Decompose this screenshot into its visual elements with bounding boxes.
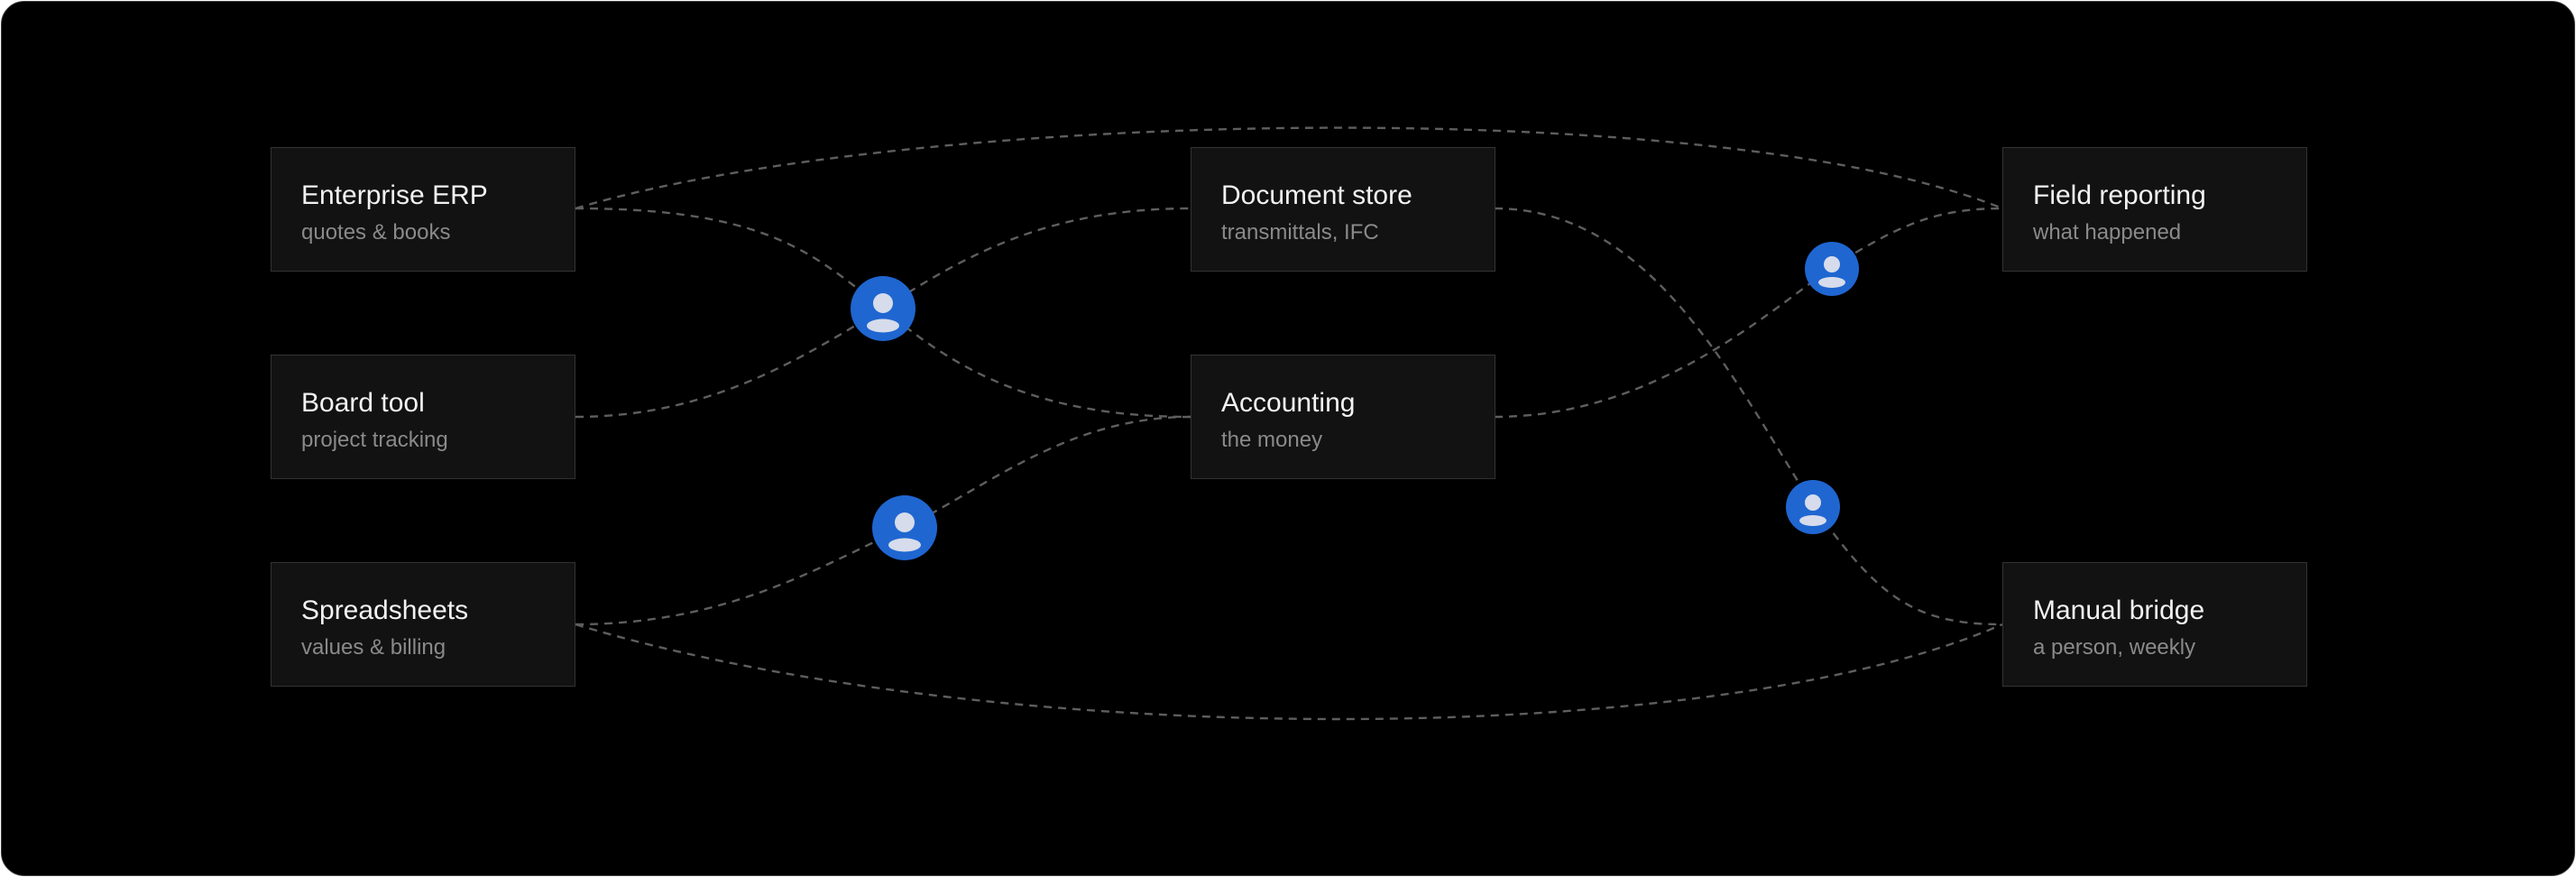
node-subtitle: the money: [1221, 428, 1323, 452]
connector-sheets-manual: [575, 623, 2003, 721]
node-enterprise-erp: Enterprise ERP quotes & books: [271, 147, 575, 272]
node-subtitle: project tracking: [301, 428, 448, 452]
connector-docs-manual: [1494, 207, 2003, 626]
node-board-tool: Board tool project tracking: [271, 355, 575, 479]
node-title: Manual bridge: [2033, 595, 2205, 625]
node-title: Enterprise ERP: [301, 180, 488, 210]
node-subtitle: transmittals, IFC: [1221, 220, 1379, 245]
person-badge-docs-manual: [1786, 480, 1840, 534]
person-badge-acct-field: [1805, 242, 1859, 296]
node-manual-bridge: Manual bridge a person, weekly: [2002, 562, 2307, 687]
node-title: Spreadsheets: [301, 595, 469, 625]
node-field-reporting: Field reporting what happened: [2002, 147, 2307, 272]
connector-acct-field: [1494, 207, 2003, 419]
person-badge-erp-board: [851, 276, 915, 341]
node-title: Board tool: [301, 388, 425, 418]
node-document-store: Document store transmittals, IFC: [1191, 147, 1495, 272]
node-accounting: Accounting the money: [1191, 355, 1495, 479]
diagram-canvas: Enterprise ERP quotes & books Board tool…: [1, 1, 2575, 876]
node-spreadsheets: Spreadsheets values & billing: [271, 562, 575, 687]
node-title: Accounting: [1221, 388, 1356, 418]
node-title: Document store: [1221, 180, 1412, 210]
node-subtitle: values & billing: [301, 635, 446, 660]
node-subtitle: a person, weekly: [2033, 635, 2196, 660]
person-badge-sheets-acct: [872, 495, 937, 560]
node-subtitle: quotes & books: [301, 220, 451, 245]
node-title: Field reporting: [2033, 180, 2206, 210]
node-subtitle: what happened: [2033, 220, 2182, 245]
